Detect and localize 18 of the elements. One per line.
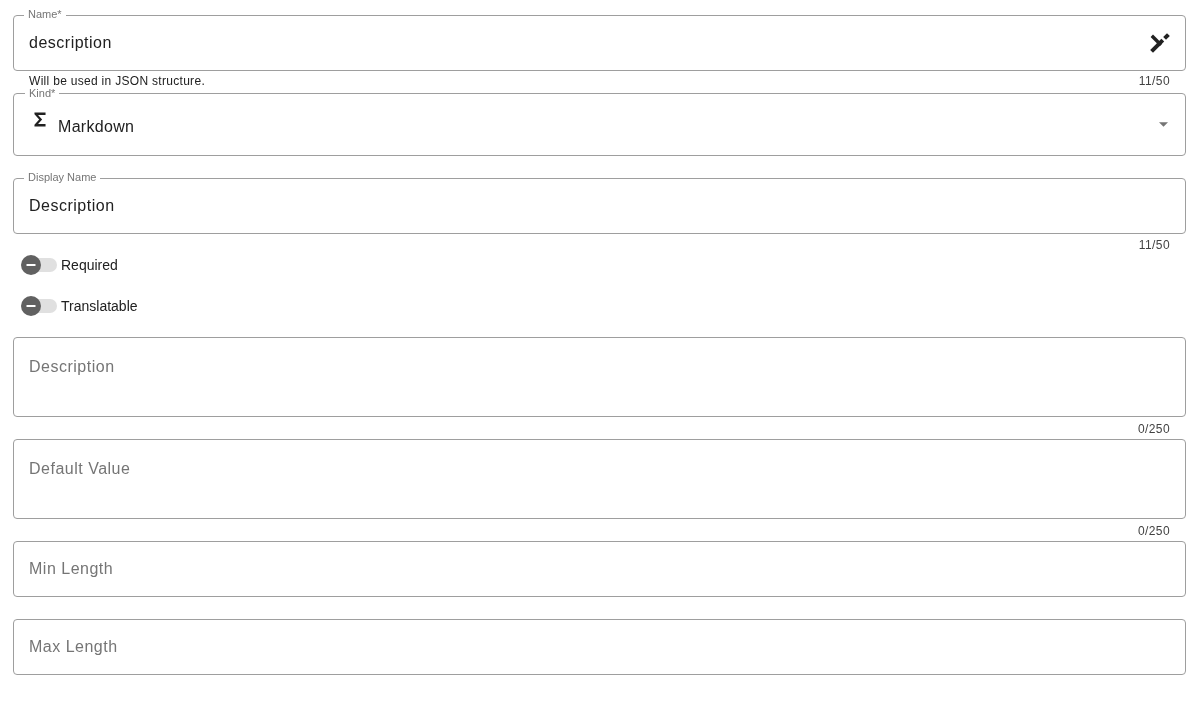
toggle-label: Required [61,257,118,273]
field-label: Display Name [24,172,101,183]
toggle-switch[interactable] [21,296,58,316]
sigma-icon [34,112,46,127]
text-input-field[interactable]: Min Length [13,541,1186,597]
text-area-field[interactable]: Default Value [13,439,1186,519]
character-counter: 0/250 [1137,423,1170,438]
toggle-label: Translatable [61,298,138,314]
field-label: Name* [24,9,66,20]
wand-icon[interactable] [1150,33,1170,53]
character-counter: 11/50 [1138,75,1170,90]
character-counter: 11/50 [1138,239,1170,254]
caret-icon [1159,122,1168,127]
toggle-switch[interactable] [21,255,58,275]
text-area-field[interactable]: Description [13,337,1186,417]
field-label: Kind* [25,88,60,99]
character-counter: 0/250 [1137,525,1170,540]
text-input-field[interactable]: Max Length [13,619,1186,675]
